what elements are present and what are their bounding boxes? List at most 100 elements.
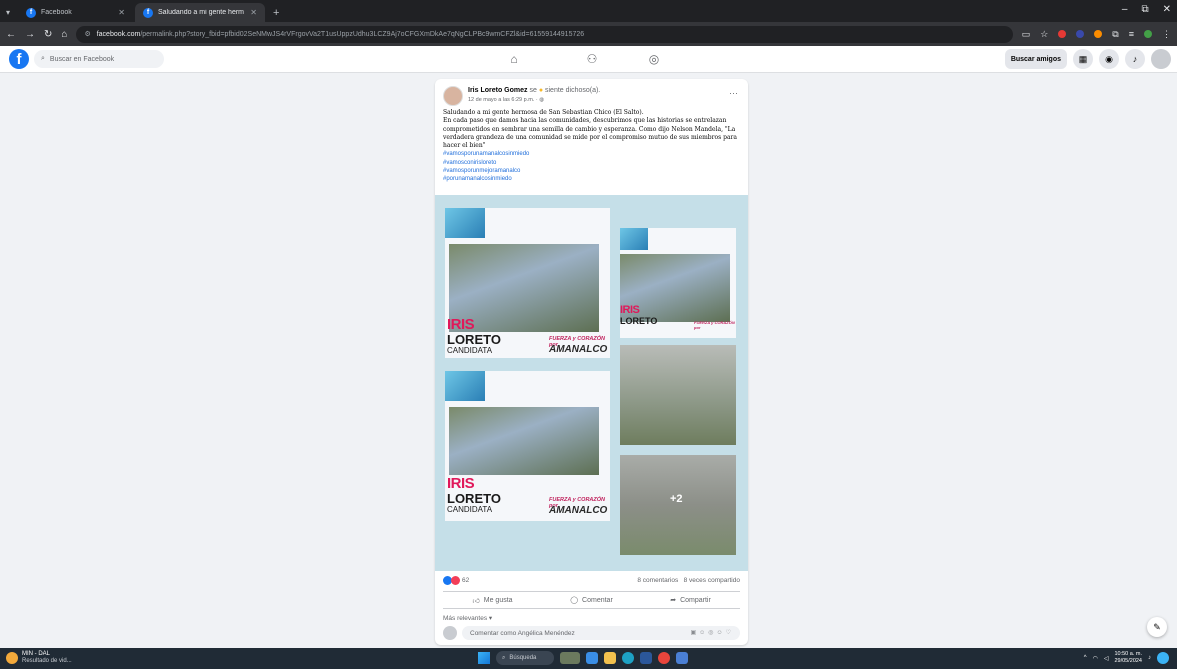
cast-icon[interactable]: ▭ <box>1022 29 1031 40</box>
profile-icon[interactable] <box>1144 30 1152 38</box>
brand-amanalco: AMANALCO <box>549 344 608 355</box>
brand-amanalco: AMANALCO <box>549 505 608 516</box>
home-nav-icon[interactable]: ⌂ <box>506 52 522 66</box>
facebook-favicon-icon: f <box>26 7 36 18</box>
post-image-collage[interactable]: IRIS LORETO CANDIDATA FUERZA y CORAZÓN p… <box>435 195 748 571</box>
stats-right: 8 comentarios 8 veces compartido <box>637 577 740 584</box>
search-icon: ⌕ <box>41 55 45 62</box>
shares-count[interactable]: 8 veces compartido <box>684 577 740 584</box>
extension-icon[interactable] <box>1058 30 1067 38</box>
task-view-icon[interactable] <box>586 652 598 664</box>
hashtag[interactable]: #vamosporunamanalcosinmiedo <box>443 150 743 158</box>
post-date[interactable]: 12 de mayo a las 6:29 p.m. · ◍ <box>468 97 544 103</box>
weather-sub: Resultado de vid... <box>22 658 72 664</box>
new-message-edit-icon[interactable]: ✎ <box>1147 617 1167 637</box>
window-controls: – ⧉ ✕ <box>1122 4 1171 15</box>
brand-candidata: CANDIDATA <box>447 346 493 355</box>
new-tab-button[interactable]: + <box>265 3 287 22</box>
tab-post[interactable]: f Saludando a mi gente herm ✕ <box>135 3 265 22</box>
tab-search-button[interactable]: ▾ <box>0 3 16 22</box>
post-actions: 👍︎ Me gusta ◯ Comentar ➦ Compartir <box>443 591 740 609</box>
notifications-bell-icon[interactable]: ♪ <box>1125 49 1145 69</box>
comment-button[interactable]: ◯ Comentar <box>542 592 641 608</box>
post-card: Iris Loreto Gomez se ● siente dichoso(a)… <box>435 79 748 645</box>
collage-image[interactable]: IRIS LORETO CANDIDATA FUERZA y CORAZÓN p… <box>445 208 610 358</box>
close-window-button[interactable]: ✕ <box>1163 4 1171 15</box>
maximize-button[interactable]: ⧉ <box>1141 4 1148 15</box>
edge-icon[interactable] <box>622 652 634 664</box>
forward-icon[interactable]: → <box>25 29 35 40</box>
messenger-icon[interactable]: ◉ <box>1099 49 1119 69</box>
facebook-logo-icon[interactable]: f <box>9 49 29 69</box>
site-info-icon[interactable]: ⚙ <box>84 30 90 38</box>
taskbar-search[interactable]: ⌕ Búsqueda <box>496 651 554 665</box>
back-icon[interactable]: ← <box>6 29 16 40</box>
url-field[interactable]: ⚙ facebook.com/permalink.php?story_fbid=… <box>76 25 1013 43</box>
account-avatar[interactable] <box>1151 49 1171 69</box>
close-tab-icon[interactable]: ✕ <box>118 8 125 17</box>
brand-iris: IRIS <box>620 304 640 316</box>
share-label: Compartir <box>680 596 711 604</box>
friends-nav-icon[interactable]: ⚇ <box>584 52 600 66</box>
feeling-prefix: se <box>527 87 539 94</box>
menu-icon[interactable]: ⋮ <box>1162 29 1171 40</box>
thumbs-up-icon: 👍︎ <box>472 597 480 605</box>
minimize-button[interactable]: – <box>1122 4 1128 15</box>
like-button[interactable]: 👍︎ Me gusta <box>443 592 542 608</box>
collage-image[interactable]: IRIS LORETO CANDIDATA FUERZA y CORAZÓN p… <box>445 371 610 521</box>
hashtag[interactable]: #porunamanalcosinmiedo <box>443 175 743 183</box>
copilot-icon[interactable] <box>1157 652 1169 664</box>
chrome-icon[interactable] <box>658 652 670 664</box>
home-icon[interactable]: ⌂ <box>61 29 67 40</box>
user-avatar <box>443 626 457 640</box>
hashtag[interactable]: #vamosporunmejoramanalco <box>443 167 743 175</box>
post-more-options-icon[interactable]: ··· <box>729 88 738 98</box>
post-author-line: Iris Loreto Gomez se ● siente dichoso(a)… <box>468 87 600 94</box>
weather-widget[interactable]: MIN - DAL Resultado de vid... <box>6 651 72 665</box>
author-avatar[interactable] <box>443 86 463 106</box>
media-icon[interactable]: ≡ <box>1129 29 1134 39</box>
notification-bell-icon[interactable]: ♪ <box>1148 655 1151 661</box>
clock[interactable]: 10:50 a. m. 29/05/2024 <box>1114 651 1142 665</box>
comment-input[interactable]: Comentar como Angélica Menéndez ▣☺◎☺♡ <box>462 626 740 640</box>
wifi-icon[interactable]: ◠ <box>1093 655 1098 662</box>
reload-icon[interactable]: ↻ <box>44 29 52 40</box>
bookmark-star-icon[interactable]: ☆ <box>1040 29 1048 40</box>
collage-image[interactable]: IRIS LORETO FUERZA y CORAZÓN por <box>620 228 736 338</box>
store-icon[interactable] <box>640 652 652 664</box>
facebook-search-input[interactable]: ⌕ Buscar en Facebook <box>34 50 164 68</box>
widgets-icon[interactable] <box>560 652 580 664</box>
share-button[interactable]: ➦ Compartir <box>641 592 740 608</box>
extension-icon[interactable] <box>1076 30 1085 38</box>
weather-icon <box>6 652 18 664</box>
love-reaction-icon <box>451 576 460 585</box>
post-date-text: 12 de mayo a las 6:29 p.m. · <box>468 97 540 103</box>
comment-tools-icons[interactable]: ▣☺◎☺♡ <box>690 629 734 636</box>
photo <box>449 407 599 475</box>
tray-chevron-icon[interactable]: ^ <box>1084 655 1087 661</box>
comment-sort-dropdown[interactable]: Más relevantes ▾ <box>443 614 492 622</box>
extension-icon[interactable] <box>1094 30 1103 38</box>
volume-icon[interactable]: ◁ <box>1104 655 1109 662</box>
author-name[interactable]: Iris Loreto Gomez <box>468 87 528 94</box>
tab-facebook[interactable]: f Facebook ✕ <box>18 3 133 22</box>
system-tray: ^ ◠ ◁ 10:50 a. m. 29/05/2024 ♪ <box>1084 651 1169 665</box>
close-tab-icon[interactable]: ✕ <box>250 8 257 17</box>
reactions-summary[interactable]: 62 <box>443 576 469 585</box>
weather-title: MIN - DAL <box>22 651 51 657</box>
file-explorer-icon[interactable] <box>604 652 616 664</box>
menu-grid-icon[interactable]: ▦ <box>1073 49 1093 69</box>
app-icon[interactable] <box>676 652 688 664</box>
like-label: Me gusta <box>483 596 513 604</box>
collage-image[interactable]: +2 <box>620 455 736 555</box>
hashtag[interactable]: #vamosconirisloreto <box>443 159 743 167</box>
extensions-puzzle-icon[interactable]: ⧉ <box>1112 29 1118 40</box>
brand-loreto: LORETO <box>447 491 501 506</box>
windows-start-icon[interactable] <box>478 652 490 664</box>
groups-nav-icon[interactable]: ◎ <box>646 52 662 66</box>
clock-time: 10:50 a. m. <box>1114 651 1142 657</box>
find-friends-button[interactable]: Buscar amigos <box>1004 49 1067 69</box>
collage-image[interactable] <box>620 345 736 445</box>
url-path: /permalink.php?story_fbid=pfbid02SeNMwJS… <box>140 30 585 38</box>
comments-count[interactable]: 8 comentarios <box>637 577 678 584</box>
